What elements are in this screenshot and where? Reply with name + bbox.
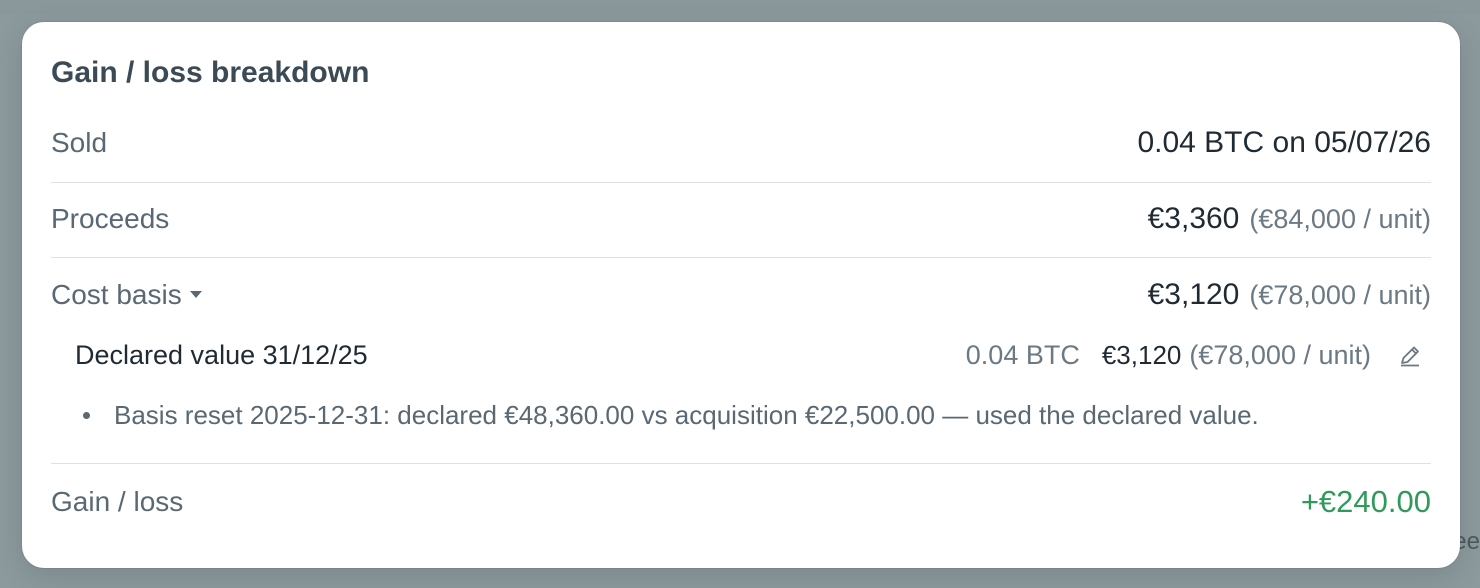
proceeds-per-unit: (€84,000 / unit) bbox=[1249, 204, 1431, 234]
proceeds-label: Proceeds bbox=[51, 203, 170, 234]
gain-loss-label: Gain / loss bbox=[51, 486, 184, 517]
divider bbox=[51, 257, 1431, 258]
gain-loss-dialog: Gain / loss breakdown Sold 0.04 BTC on 0… bbox=[22, 22, 1460, 568]
sold-label: Sold bbox=[51, 127, 108, 158]
cost-basis-row[interactable]: Cost basis €3,120 (€78,000 / unit) bbox=[51, 278, 1431, 312]
lot-per-unit: (€78,000 / unit) bbox=[1189, 340, 1371, 370]
divider bbox=[51, 463, 1431, 464]
cost-basis-value: €3,120 bbox=[1147, 278, 1240, 311]
cost-basis-per-unit: (€78,000 / unit) bbox=[1249, 280, 1431, 310]
proceeds-value: €3,360 bbox=[1147, 202, 1240, 235]
gain-loss-value: +€240.00 bbox=[1300, 484, 1431, 519]
basis-note: Basis reset 2025-12-31: declared €48,360… bbox=[77, 400, 1259, 431]
cost-basis-toggle[interactable]: Cost basis bbox=[51, 279, 202, 311]
lot-label: Declared value 31/12/25 bbox=[75, 340, 368, 370]
caret-down-icon[interactable] bbox=[189, 291, 202, 299]
dialog-title: Gain / loss breakdown bbox=[51, 56, 370, 89]
lot-quantity: 0.04 BTC bbox=[965, 340, 1080, 370]
divider bbox=[51, 182, 1431, 183]
lot-row: Declared value 31/12/25 0.04 BTC €3,120 … bbox=[75, 340, 1431, 371]
background-header bbox=[0, 0, 1480, 14]
pencil-icon-graphic bbox=[1401, 346, 1419, 366]
pencil-icon[interactable] bbox=[1397, 343, 1423, 369]
sold-row: Sold 0.04 BTC on 05/07/26 bbox=[51, 126, 1431, 160]
proceeds-row: Proceeds €3,360 (€84,000 / unit) bbox=[51, 202, 1431, 236]
bullet bbox=[83, 412, 90, 419]
gain-loss-row: Gain / loss +€240.00 bbox=[51, 484, 1431, 520]
sold-value: 0.04 BTC on 05/07/26 bbox=[1137, 126, 1431, 159]
proceeds-amount: €3,360 (€84,000 / unit) bbox=[1148, 202, 1431, 236]
basis-note-text: Basis reset 2025-12-31: declared €48,360… bbox=[114, 400, 1259, 430]
cost-basis-label: Cost basis bbox=[51, 279, 182, 310]
cost-basis-amount: €3,120 (€78,000 / unit) bbox=[1148, 278, 1431, 312]
lot-value: €3,120 bbox=[1101, 340, 1182, 370]
